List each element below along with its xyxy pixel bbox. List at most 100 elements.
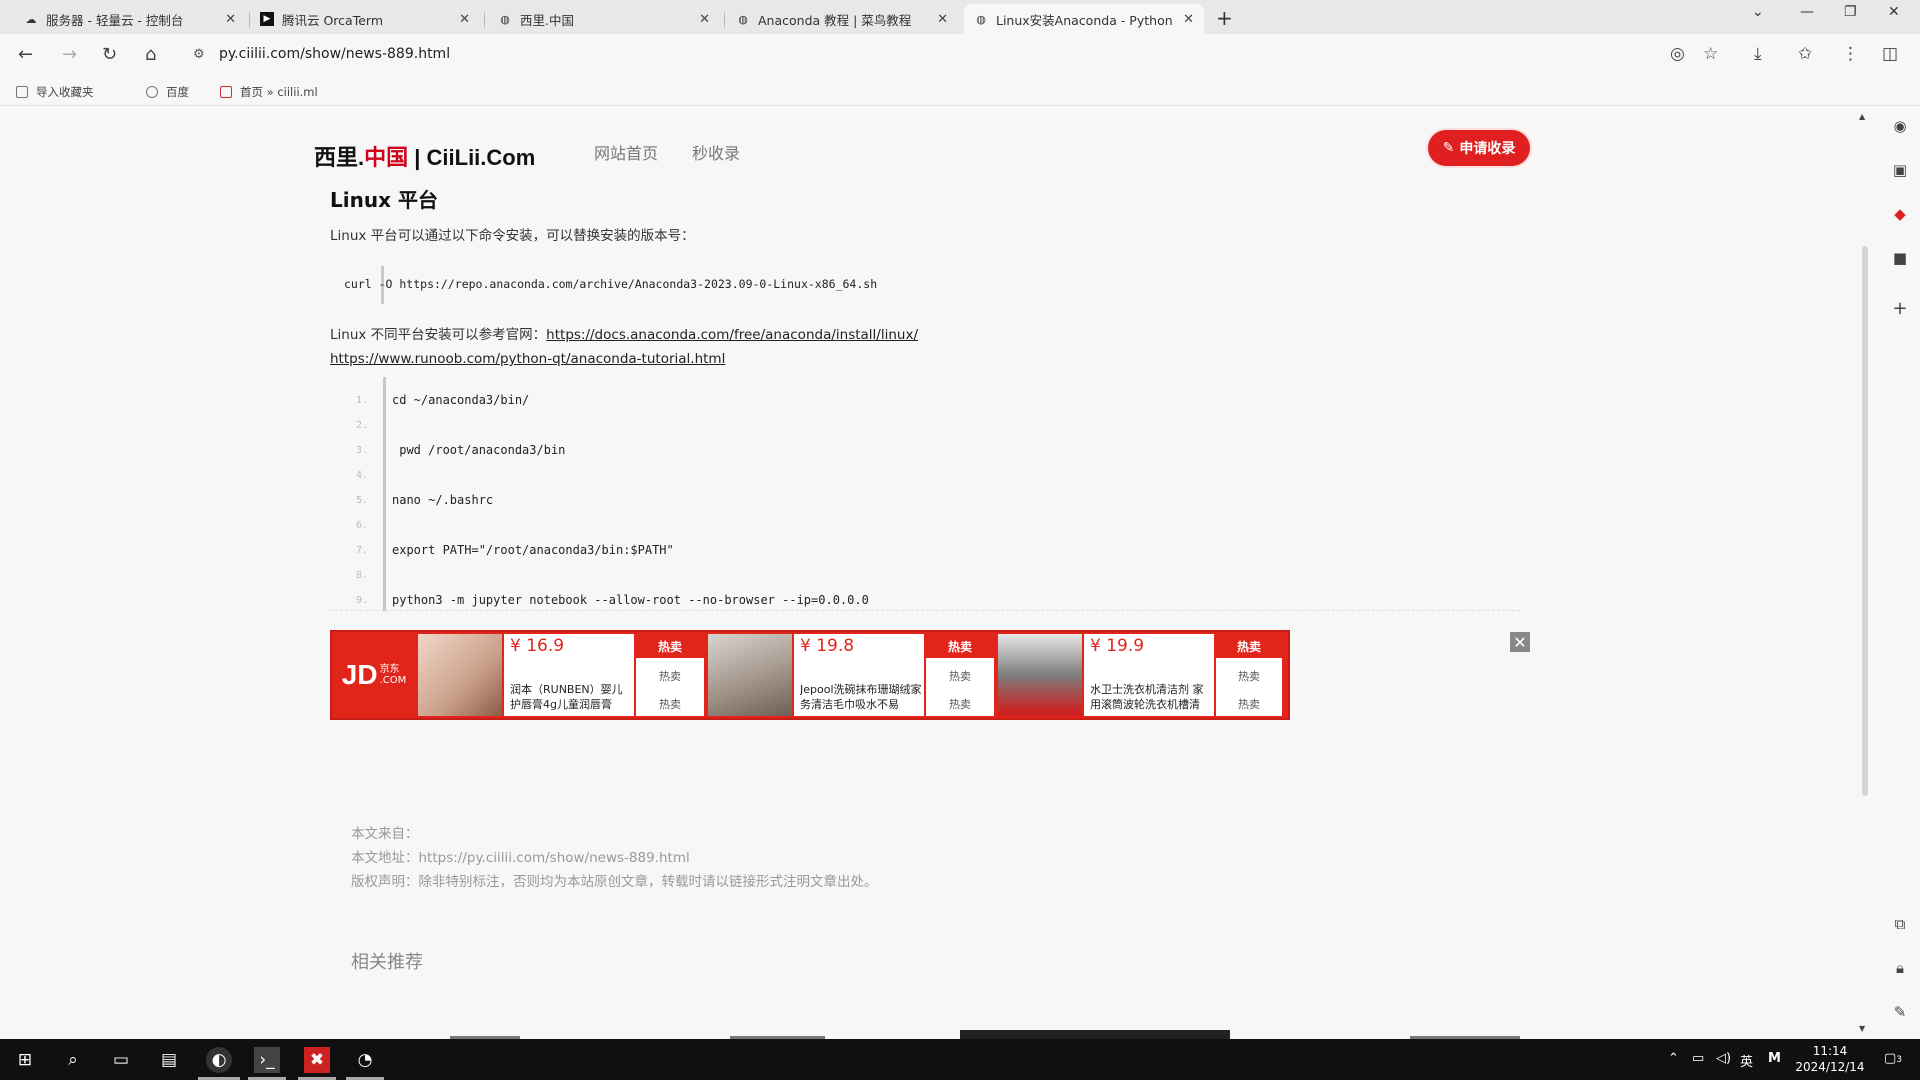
browser-sidebar: ◉ ▣ ◆ ■ + ⧉ 🔒︎ ✎ [1880,106,1920,1039]
restore-button[interactable]: ❐ [1844,4,1857,20]
jd-logo: JD 京东 .COM [341,659,407,690]
scroll-up-icon[interactable]: ▲ [1859,112,1865,121]
apply-button[interactable]: ✎ 申请收录 [1428,130,1530,166]
notification-icon[interactable]: ▢3 [1884,1051,1902,1066]
url-field[interactable]: py.ciilii.com/show/news-889.html [219,46,450,62]
globe-icon: ◍ [976,12,986,26]
chrome-icon[interactable]: ◔ [352,1047,378,1073]
ad-product-2[interactable]: ¥ 19.8 Jepool洗碗抹布珊瑚绒家务清洁毛巾吸水不易 热卖 热卖 热卖 [706,632,996,718]
bookmark-icon [16,86,28,98]
reference-line: Linux 不同平台安装可以参考官网：https://docs.anaconda… [330,327,918,343]
ad-close-button[interactable]: ✕ [1510,632,1530,652]
address-line: 本文地址：https://py.ciilii.com/show/news-889… [351,850,690,866]
tab-list-icon[interactable]: ⌄ [1752,4,1764,20]
xmind-icon[interactable]: ✖ [304,1047,330,1073]
copilot-icon[interactable]: ◉ [1890,116,1910,136]
favorites-icon[interactable]: ✩ [1798,44,1812,64]
close-icon[interactable]: ✕ [937,12,948,27]
runoob-link[interactable]: https://www.runoob.com/python-qt/anacond… [330,351,725,367]
code-line: 5. nano ~/.bashrc [355,493,494,507]
edge-browser-icon[interactable]: ◐ [206,1047,232,1073]
section-heading: Linux 平台 [330,188,438,212]
forward-icon[interactable]: → [62,44,77,65]
code-line: 7. export PATH="/root/anaconda3/bin:$PATH… [355,543,674,557]
page-scrollbar[interactable]: ▲ ▼ [1858,106,1870,1039]
back-icon[interactable]: ← [18,44,33,65]
search-icon[interactable]: ⌕ [60,1047,86,1073]
ime-mode-icon[interactable]: M [1768,1051,1781,1066]
bookmark-baidu[interactable]: 百度 [146,84,189,100]
ime-indicator[interactable]: 英 [1740,1051,1753,1070]
code-line: 2. [355,419,368,431]
product-image [418,634,502,716]
web-page: 西里.中国 | CiiLii.Com 网站首页 秒收录 ✎ 申请收录 Linux… [0,106,1908,1039]
tray-overflow-icon[interactable]: ⌃ [1668,1051,1679,1066]
volume-icon[interactable]: ◁) [1716,1051,1731,1066]
bookmark-home[interactable]: 首页 » ciilii.ml [220,84,318,100]
task-view-icon[interactable]: ▭ [108,1047,134,1073]
terminal-app-icon[interactable]: ›_ [254,1047,280,1073]
code-line: 6. [355,519,368,531]
product-image [708,634,792,716]
scrollbar-thumb[interactable] [1862,246,1868,796]
feedback-icon[interactable]: ✎ [1890,1002,1910,1022]
site-info-icon[interactable]: ⚙ [193,47,205,62]
site-logo[interactable]: 西里.中国 | CiiLii.Com [314,140,535,172]
home-icon[interactable]: ⌂ [145,44,156,65]
close-icon[interactable]: ✕ [459,12,470,27]
source-line: 本文来自： [351,826,419,842]
reload-icon[interactable]: ↻ [102,44,117,65]
minimize-button[interactable]: — [1800,4,1814,20]
code-block: 1. cd ~/anaconda3/bin/ 2. 3. pwd /root/an… [330,377,1520,611]
screenshot-icon[interactable]: ⧉ [1890,914,1910,934]
install-code-block: curl -O https://repo.anaconda.com/archiv… [330,262,1520,308]
address-bar: ← → ↻ ⌂ ⚙ py.ciilii.com/show/news-889.ht… [0,34,1920,76]
more-menu-icon[interactable]: ⋮ [1842,44,1859,64]
ad-product-3[interactable]: ¥ 19.9 水卫士洗衣机清洁剂 家用滚筒波轮洗衣机槽清 热卖 热卖 热卖 [996,632,1286,718]
bookmark-import[interactable]: 导入收藏夹 [16,84,94,100]
new-tab-button[interactable]: + [1216,6,1233,30]
close-icon[interactable]: ✕ [699,12,710,27]
close-window-button[interactable]: ✕ [1888,4,1900,20]
terminal-icon: ▶ [260,12,274,26]
tab-4[interactable]: ◍ Anaconda 教程 | 菜鸟教程 ✕ [726,4,958,34]
article-address-link[interactable]: https://py.ciilii.com/show/news-889.html [419,850,690,866]
notepad-icon[interactable]: ▤ [156,1047,182,1073]
tab-1[interactable]: ☁ 服务器 - 轻量云 - 控制台 ✕ [14,4,246,34]
code-line: 9. python3 -m jupyter notebook --allow-ro… [355,593,869,607]
install-command: curl -O https://repo.anaconda.com/archiv… [344,277,878,291]
shopping-icon[interactable]: ▣ [1890,160,1910,180]
close-icon[interactable]: ✕ [1183,12,1194,27]
docs-link[interactable]: https://docs.anaconda.com/free/anaconda/… [546,327,918,343]
system-clock[interactable]: 11:14 2024/12/14 [1795,1043,1865,1075]
add-sidebar-icon[interactable]: + [1890,298,1910,319]
tools-icon[interactable]: ◆ [1890,204,1910,224]
tab-3[interactable]: ◍ 西里.中国 ✕ [488,4,720,34]
globe-icon: ◍ [738,12,748,26]
sidebar-toggle-icon[interactable]: ◫ [1882,44,1898,64]
favorite-star-icon[interactable]: ☆ [1703,44,1718,64]
cloud-icon: ☁ [25,12,37,26]
lock-icon[interactable]: 🔒︎ [1890,958,1910,978]
nav-home[interactable]: 网站首页 [594,140,658,164]
close-icon[interactable]: ✕ [225,12,236,27]
bookmarks-bar: 导入收藏夹 百度 首页 » ciilii.ml [0,76,1920,106]
baidu-icon [146,86,158,98]
outlook-icon[interactable]: ■ [1890,248,1910,268]
tab-2[interactable]: ▶ 腾讯云 OrcaTerm ✕ [250,4,480,34]
download-icon[interactable]: ⤓ [1754,44,1762,64]
scroll-down-icon[interactable]: ▼ [1859,1024,1865,1033]
pencil-icon: ✎ [1442,140,1455,156]
code-line: 3. pwd /root/anaconda3/bin [355,443,566,457]
product-image [998,634,1082,716]
intro-text: Linux 平台可以通过以下命令安装，可以替换安装的版本号： [330,228,695,244]
nav-quick-index[interactable]: 秒收录 [692,140,740,164]
globe-icon: ◍ [500,12,510,26]
jd-ad-banner[interactable]: JD 京东 .COM ¥ 16.9 润本（RUNBEN）婴儿护唇膏4g儿童润唇膏 … [330,630,1290,720]
tab-5[interactable]: ◍ Linux安装Anaconda - Python ✕ [964,4,1204,34]
network-icon[interactable]: ▭ [1692,1051,1704,1066]
tracking-prevention-icon[interactable]: ◎ [1670,44,1685,64]
windows-start-icon[interactable]: ⊞ [12,1047,38,1073]
ad-product-1[interactable]: ¥ 16.9 润本（RUNBEN）婴儿护唇膏4g儿童润唇膏 热卖 热卖 热卖 [416,632,706,718]
copyright-line: 版权声明：除非特别标注，否则均为本站原创文章，转载时请以链接形式注明文章出处。 [351,874,878,890]
